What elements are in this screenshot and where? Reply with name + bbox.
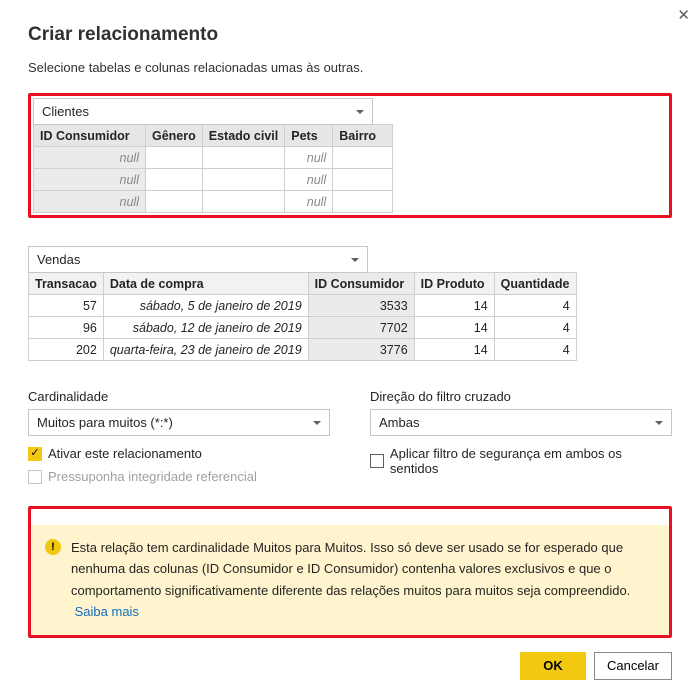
checkbox-row: ✓ Ativar este relacionamento Pressuponha… [28,446,672,492]
table-row: 57 sábado, 5 de janeiro de 2019 3533 14 … [29,295,577,317]
table1-block: Clientes ID Consumidor Gênero Estado civ… [28,93,672,218]
warning-box: ! Esta relação tem cardinalidade Muitos … [31,525,669,635]
checkbox-icon [28,470,42,484]
warning-text: Esta relação tem cardinalidade Muitos pa… [71,540,630,598]
dialog-title: Criar relacionamento [28,24,672,46]
dialog-subtitle: Selecione tabelas e colunas relacionadas… [28,60,672,75]
warning-highlight: ! Esta relação tem cardinalidade Muitos … [28,506,672,638]
close-icon[interactable]: ✕ [677,6,690,24]
table-row: 202 quarta-feira, 23 de janeiro de 2019 … [29,339,577,361]
crossfilter-label: Direção do filtro cruzado [370,389,672,404]
cardinality-select[interactable]: Muitos para muitos (*:*) [28,409,330,436]
security-filter-check[interactable]: Aplicar filtro de segurança em ambos os … [370,446,672,476]
table-row: null null [34,169,393,191]
dialog-footer: OK Cancelar [28,652,672,680]
table1-preview: ID Consumidor Gênero Estado civil Pets B… [33,124,393,213]
table-row: null null [34,147,393,169]
crossfilter-select[interactable]: Ambas [370,409,672,436]
cardinality-label: Cardinalidade [28,389,330,404]
table1-col-header[interactable]: Estado civil [202,125,284,147]
table2-block: Vendas Transacao Data de compra ID Consu… [28,246,672,361]
table1-col-header[interactable]: Pets [285,125,333,147]
cancel-button[interactable]: Cancelar [594,652,672,680]
referential-integrity-check: Pressuponha integridade referencial [28,469,330,484]
table2-preview: Transacao Data de compra ID Consumidor I… [28,272,577,361]
table2-col-header[interactable]: Quantidade [494,273,576,295]
table1-col-header[interactable]: ID Consumidor [34,125,146,147]
table2-name: Vendas [37,252,80,267]
activate-relationship-check[interactable]: ✓ Ativar este relacionamento [28,446,330,461]
table2-col-header[interactable]: ID Consumidor [308,273,414,295]
table-row: 96 sábado, 12 de janeiro de 2019 7702 14… [29,317,577,339]
table1-select[interactable]: Clientes [33,98,373,125]
options-row: Cardinalidade Muitos para muitos (*:*) D… [28,389,672,436]
table2-col-header[interactable]: Transacao [29,273,104,295]
table-row: null null [34,191,393,213]
table1-col-header[interactable]: Bairro [333,125,393,147]
learn-more-link[interactable]: Saiba mais [75,604,139,619]
checkbox-icon: ✓ [28,447,42,461]
create-relationship-dialog: Criar relacionamento Selecione tabelas e… [0,0,700,694]
table1-col-header[interactable]: Gênero [146,125,203,147]
warning-icon: ! [45,539,61,555]
warning-text-wrap: Esta relação tem cardinalidade Muitos pa… [71,537,655,623]
table2-col-header[interactable]: Data de compra [103,273,308,295]
checkbox-icon [370,454,384,468]
table2-select[interactable]: Vendas [28,246,368,273]
table1-name: Clientes [42,104,89,119]
table2-col-header[interactable]: ID Produto [414,273,494,295]
ok-button[interactable]: OK [520,652,586,680]
